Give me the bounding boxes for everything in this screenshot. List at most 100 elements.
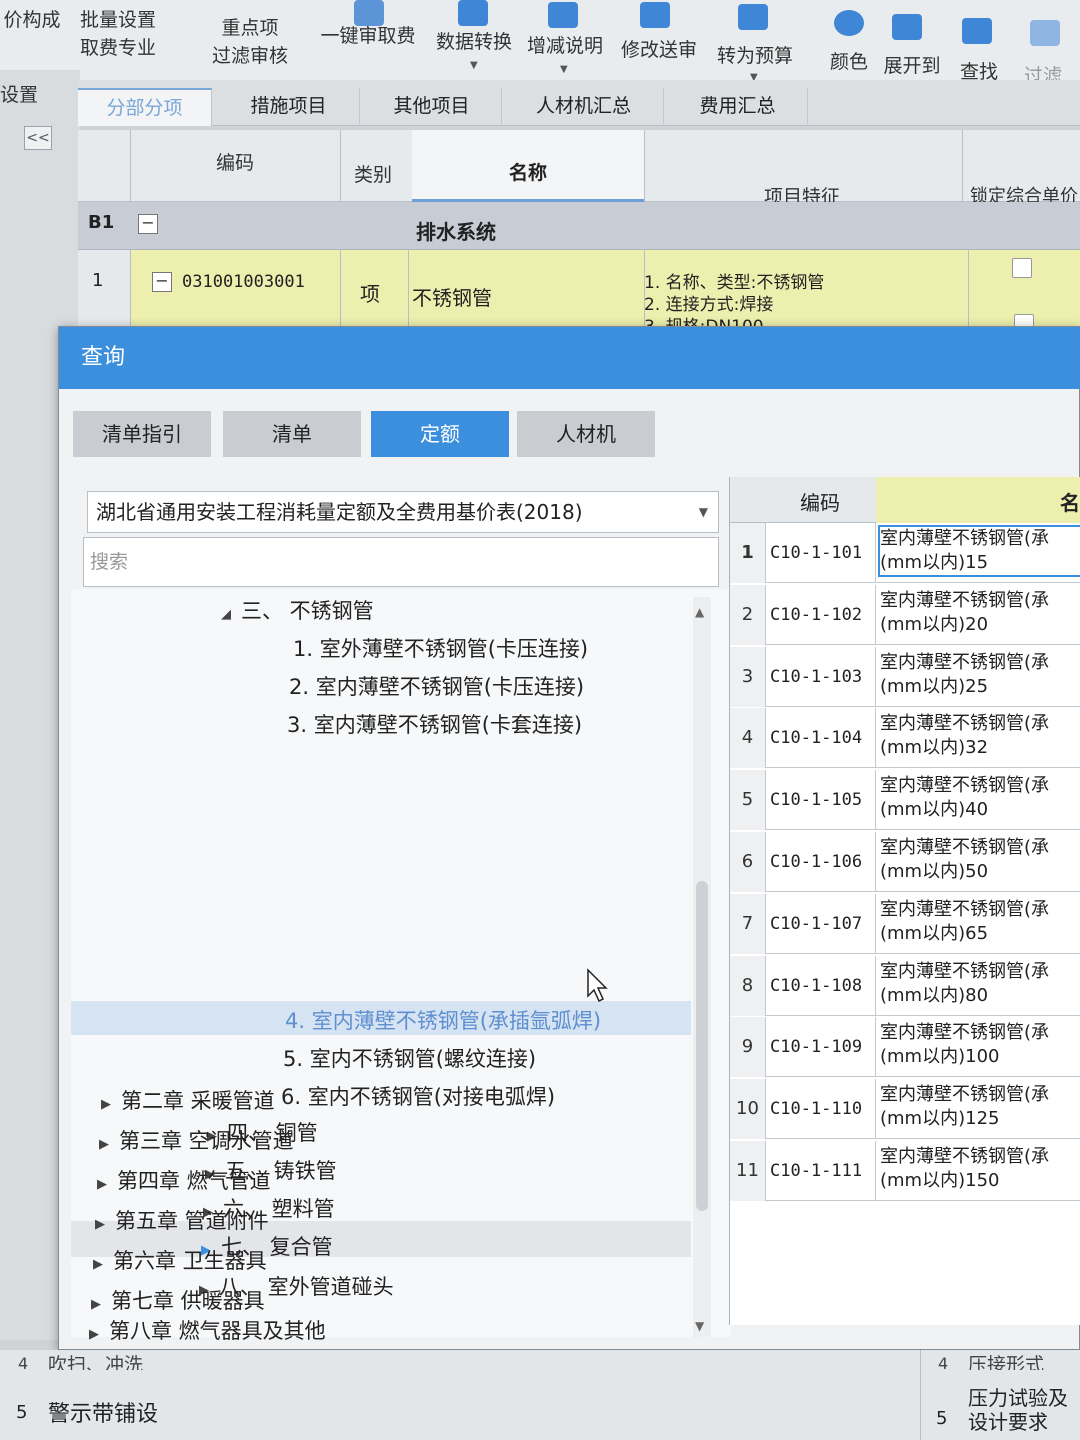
chevron-down-icon[interactable]: ▼ (699, 492, 708, 532)
collapsed-arrow-icon[interactable]: ▶ (95, 1217, 115, 1232)
quota-table-row[interactable]: 10 C10-1-110 室内薄壁不锈钢管(承 (mm以内)125 (730, 1079, 1080, 1140)
collapsed-arrow-icon[interactable]: ▶ (91, 1297, 111, 1312)
quota-code: C10-1-106 (770, 832, 876, 892)
tree-node[interactable]: 3. 室内薄壁不锈钢管(卡套连接) (287, 709, 582, 739)
scroll-down-icon[interactable]: ▼ (695, 1319, 704, 1333)
quota-table-row[interactable]: 2 C10-1-102 室内薄壁不锈钢管(承 (mm以内)20 (730, 584, 1080, 645)
tree-node[interactable]: ▶ 第五章 管道附件 (95, 1205, 269, 1235)
quota-name: 室内薄壁不锈钢管(承 (mm以内)80 (880, 960, 1080, 1008)
ribbon-label: 批量设置 (79, 9, 156, 31)
collapse-button[interactable]: << (24, 126, 52, 150)
search-input[interactable]: 搜索 (83, 537, 719, 587)
row-text[interactable]: 警示带铺设 (48, 1396, 158, 1428)
tree-node[interactable]: ▶ 第七章 供暖器具 (91, 1285, 265, 1315)
tree-node[interactable]: 2. 室内薄壁不锈钢管(卡压连接) (289, 671, 584, 701)
header-type[interactable]: 类别 (354, 160, 392, 187)
row-number: 4 (18, 1354, 29, 1373)
quota-library-select[interactable]: 湖北省通用安装工程消耗量定额及全费用基价表(2018) ▼ (87, 491, 719, 533)
quota-name-line: (mm以内)25 (880, 675, 989, 697)
table-row-1[interactable]: 1 − 031001003001 项 不锈钢管 1. 名称、类型:不锈钢管 2.… (78, 250, 1080, 337)
tree-scrollbar[interactable]: ▲ ▼ (693, 597, 711, 1337)
quota-table-row[interactable]: 4 C10-1-104 室内薄壁不锈钢管(承 (mm以内)32 (730, 708, 1080, 769)
ribbon-edit-submit-button[interactable]: 修改送审 (614, 36, 704, 64)
header-name-cell[interactable]: 名 (876, 477, 1080, 523)
tab-other-items[interactable]: 其他项目 (362, 88, 502, 126)
collapsed-arrow-icon[interactable]: ▶ (97, 1177, 117, 1192)
row-number: 10 (730, 1079, 766, 1140)
ribbon-data-convert-button[interactable]: 数据转换 (430, 28, 518, 56)
tree-node[interactable]: ▶ 第六章 卫生器具 (93, 1245, 267, 1275)
ribbon-batch-settings-button[interactable]: 批量设置 取费专业 (70, 6, 166, 62)
quota-table-row[interactable]: 9 C10-1-109 室内薄壁不锈钢管(承 (mm以内)100 (730, 1017, 1080, 1078)
ribbon-price-composition[interactable]: 价构成 (0, 6, 64, 34)
tab-bill-guide[interactable]: 清单指引 (73, 411, 213, 457)
ribbon-label: 修改送审 (620, 39, 697, 61)
row-number: 4 (730, 708, 766, 769)
quota-table-row[interactable]: 5 C10-1-105 室内薄壁不锈钢管(承 (mm以内)40 (730, 770, 1080, 831)
ribbon-key-items-button[interactable]: 重点项 过滤审核 (200, 14, 300, 70)
quota-table-row[interactable]: 8 C10-1-108 室内薄壁不锈钢管(承 (mm以内)80 (730, 955, 1080, 1016)
ribbon-one-click-audit-button[interactable]: 一键审取费 (310, 22, 426, 50)
scrollbar-thumb[interactable] (696, 881, 708, 1211)
tree-node-label: 5. 室内不锈钢管(螺纹连接) (283, 1047, 537, 1071)
collapsed-arrow-icon[interactable]: ▶ (89, 1327, 109, 1342)
header-code[interactable]: 编码 (216, 148, 254, 175)
ribbon-to-budget-button[interactable]: 转为预算 (710, 42, 800, 70)
tab-labor-material-summary[interactable]: 人材机汇总 (504, 88, 664, 126)
chevron-down-icon[interactable]: ▼ (470, 60, 478, 71)
quota-name-line: (mm以内)32 (880, 737, 989, 759)
ribbon-color-button[interactable]: 颜色 (822, 48, 876, 76)
tree-node[interactable]: ▶ 第八章 燃气器具及其他 (89, 1315, 326, 1345)
table-row-b1[interactable]: B1 − 排水系统 (78, 202, 1080, 250)
expanded-arrow-icon[interactable]: ◢ (221, 607, 241, 622)
quota-name: 室内薄壁不锈钢管(承 (mm以内)125 (880, 1083, 1080, 1131)
header-code[interactable]: 编码 (800, 487, 840, 516)
ribbon-label: 增减说明 (526, 35, 603, 57)
tab-bill[interactable]: 清单 (223, 411, 363, 457)
scroll-up-icon[interactable]: ▲ (695, 605, 704, 619)
quota-name-line: 室内薄壁不锈钢管(承 (880, 651, 1050, 673)
ribbon-label: 展开到 (883, 55, 941, 77)
ribbon-label: 数据转换 (435, 31, 512, 53)
tab-cost-summary[interactable]: 费用汇总 (668, 88, 808, 126)
quota-name: 室内薄壁不锈钢管(承 (mm以内)100 (880, 1021, 1080, 1069)
tree-node-label: 第八章 燃气器具及其他 (109, 1319, 326, 1343)
tab-labor-material[interactable]: 人材机 (517, 411, 657, 457)
tree-node[interactable]: 5. 室内不锈钢管(螺纹连接) (283, 1043, 536, 1073)
tree-node[interactable]: ▶ 第三章 空调水管道 (99, 1125, 294, 1155)
quota-name: 室内薄壁不锈钢管(承 (mm以内)15 (878, 525, 1080, 577)
collapsed-arrow-icon[interactable]: ▶ (101, 1097, 121, 1112)
tree-node[interactable]: 6. 室内不锈钢管(对接电弧焊) (281, 1081, 555, 1111)
tab-measures[interactable]: 措施项目 (218, 88, 360, 126)
quota-code: C10-1-101 (770, 523, 876, 583)
collapse-icon[interactable]: − (152, 272, 172, 292)
ribbon-expand-to-button[interactable]: 展开到 (878, 52, 946, 80)
quota-table-row[interactable]: 11 C10-1-111 室内薄壁不锈钢管(承 (mm以内)150 (730, 1141, 1080, 1201)
quota-table-row[interactable]: 7 C10-1-107 室内薄壁不锈钢管(承 (mm以内)65 (730, 893, 1080, 954)
header-name[interactable]: 名称 (412, 130, 644, 202)
tab-quota[interactable]: 定额 (371, 411, 511, 457)
quota-name-line: (mm以内)40 (880, 799, 989, 821)
tab-sub-items[interactable]: 分部分项 (78, 88, 212, 126)
row-number: 6 (730, 832, 766, 892)
tree-node[interactable]: 1. 室外薄壁不锈钢管(卡压连接) (293, 633, 588, 663)
tree-node-label: 1. 室外薄壁不锈钢管(卡压连接) (293, 637, 589, 661)
tree-node-selected[interactable]: 4. 室内薄壁不锈钢管(承插氩弧焊) (285, 1005, 601, 1035)
tree-node[interactable]: ◢ 三、 不锈钢管 (221, 595, 374, 625)
quota-table-row[interactable]: 3 C10-1-103 室内薄壁不锈钢管(承 (mm以内)25 (730, 646, 1080, 707)
tree-node[interactable]: ▶ 第四章 燃气管道 (97, 1165, 271, 1195)
settings-label[interactable]: 设置 (0, 80, 38, 107)
lock-price-checkbox[interactable] (1012, 258, 1032, 278)
dialog-title[interactable]: 查询 (59, 327, 1080, 389)
tree-node[interactable]: ▶ 第二章 采暖管道 (101, 1085, 275, 1115)
row-name: 不锈钢管 (412, 286, 492, 310)
collapsed-arrow-icon[interactable]: ▶ (93, 1257, 113, 1272)
ribbon-label: 重点项 (221, 17, 279, 39)
quota-table-row[interactable]: 1 C10-1-101 室内薄壁不锈钢管(承 (mm以内)15 (730, 523, 1080, 583)
chevron-down-icon[interactable]: ▼ (560, 64, 568, 75)
quota-name-line: (mm以内)50 (880, 861, 989, 882)
ribbon-change-note-button[interactable]: 增减说明 (522, 32, 608, 60)
collapse-icon[interactable]: − (138, 214, 158, 234)
collapsed-arrow-icon[interactable]: ▶ (99, 1137, 119, 1152)
quota-table-row[interactable]: 6 C10-1-106 室内薄壁不锈钢管(承 (mm以内)50 (730, 832, 1080, 892)
